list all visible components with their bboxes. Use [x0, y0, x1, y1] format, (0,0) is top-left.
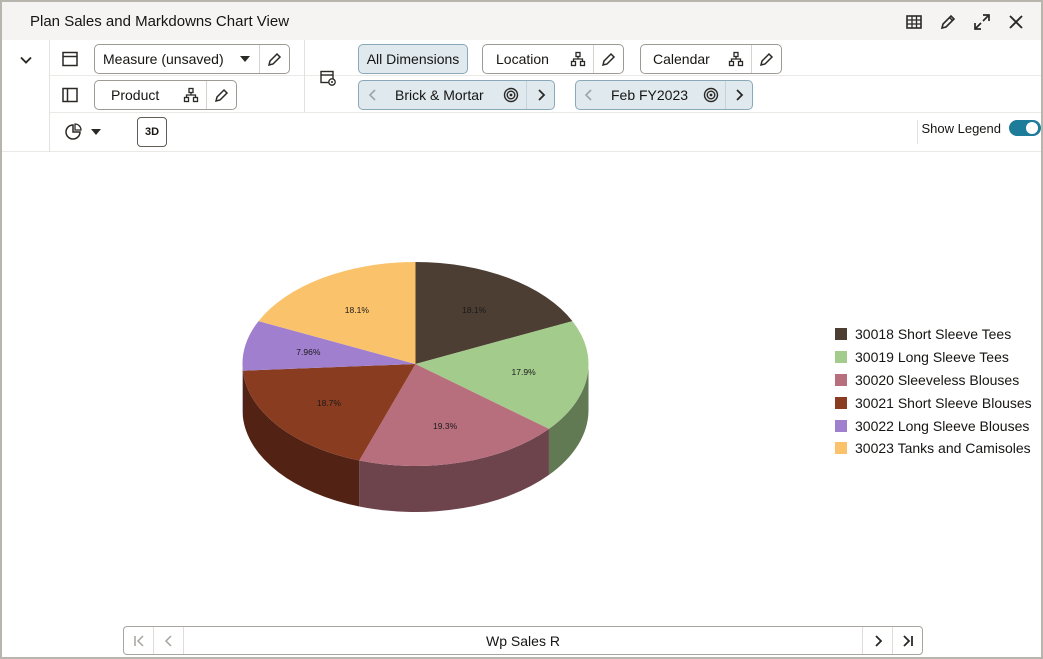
legend-swatch: [835, 396, 847, 409]
pager-label: Wp Sales R: [486, 632, 560, 649]
legend-item-0[interactable]: 30018 Short Sleeve Tees: [835, 323, 1032, 346]
slice-data-label-1: 17.9%: [512, 367, 537, 377]
chevron-right-icon: [874, 634, 882, 647]
legend-item-1[interactable]: 30019 Long Sleeve Tees: [835, 346, 1032, 369]
chevron-left-icon: [164, 634, 172, 647]
first-page-icon: [133, 634, 144, 647]
measure-pager: Wp Sales R: [123, 626, 923, 655]
legend-label: 30020 Sleeveless Blouses: [855, 371, 1020, 388]
last-page-button[interactable]: [892, 627, 922, 654]
first-page-button[interactable]: [124, 627, 154, 654]
next-page-button[interactable]: [862, 627, 892, 654]
slice-data-label-4: 7.96%: [296, 347, 321, 357]
chart-legend: 30018 Short Sleeve Tees 30019 Long Sleeve…: [835, 323, 1032, 460]
legend-swatch: [835, 351, 847, 364]
chart-view-window: Plan Sales and Markdowns Chart View Meas…: [0, 0, 1043, 659]
legend-swatch: [835, 373, 847, 386]
prev-page-button[interactable]: [154, 627, 184, 654]
slice-data-label-2: 19.3%: [433, 421, 458, 431]
slice-data-label-5: 18.1%: [345, 305, 370, 315]
legend-item-2[interactable]: 30020 Sleeveless Blouses: [835, 369, 1032, 392]
legend-swatch: [835, 442, 847, 455]
legend-label: 30019 Long Sleeve Tees: [855, 349, 1009, 366]
legend-label: 30022 Long Sleeve Blouses: [855, 417, 1030, 434]
legend-swatch: [835, 328, 847, 341]
legend-label: 30023 Tanks and Camisoles: [855, 440, 1031, 457]
legend-item-5[interactable]: 30023 Tanks and Camisoles: [835, 437, 1032, 460]
last-page-icon: [902, 634, 913, 647]
slice-data-label-0: 18.1%: [462, 305, 487, 315]
legend-item-4[interactable]: 30022 Long Sleeve Blouses: [835, 414, 1032, 437]
legend-label: 30021 Short Sleeve Blouses: [855, 394, 1032, 411]
slice-data-label-3: 18.7%: [317, 398, 342, 408]
legend-item-3[interactable]: 30021 Short Sleeve Blouses: [835, 391, 1032, 414]
legend-label: 30018 Short Sleeve Tees: [855, 326, 1012, 343]
legend-swatch: [835, 419, 847, 432]
